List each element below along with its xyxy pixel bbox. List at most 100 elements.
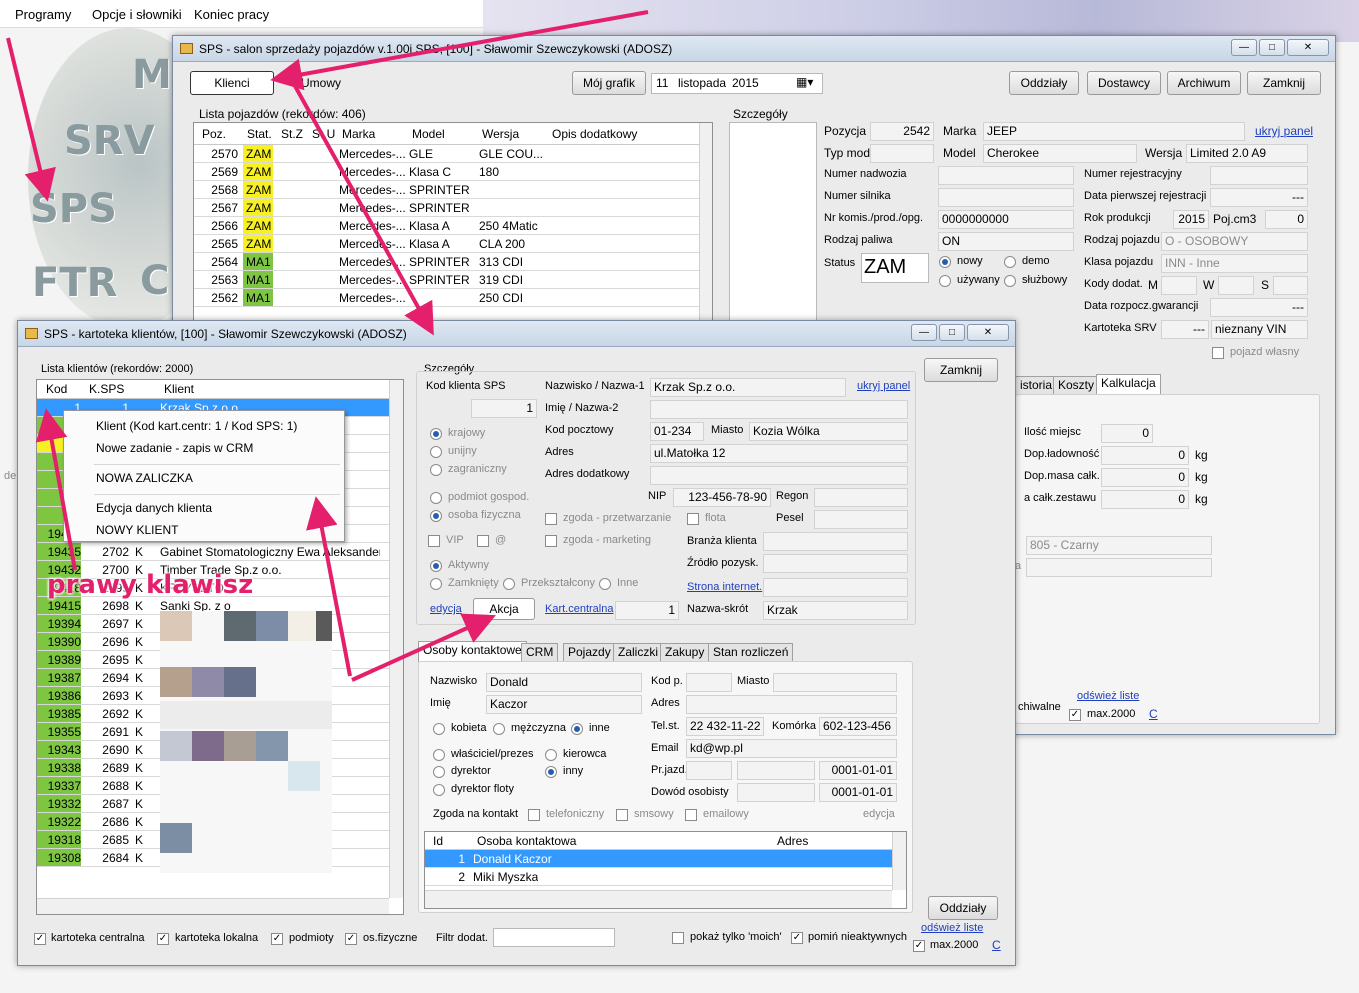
close-button[interactable]: Zamknij	[1247, 71, 1321, 95]
col-poz[interactable]: Poz.	[202, 127, 226, 141]
clients-branches-button[interactable]: Oddziały	[928, 896, 998, 920]
role-owner-radio[interactable]	[433, 749, 445, 761]
menu-options[interactable]: Opcje i słowniki	[92, 7, 182, 22]
state-closed-radio[interactable]	[430, 578, 442, 590]
archive-button[interactable]: Archiwum	[1167, 71, 1241, 95]
col-opis[interactable]: Opis dodatkowy	[552, 127, 637, 141]
menu-programy[interactable]: Programy	[15, 7, 71, 22]
ctx-edit-client[interactable]: Edycja danych klienta	[96, 501, 212, 515]
contact-row[interactable]: 1 Donald Kaczor	[425, 850, 906, 868]
vehicle-row[interactable]: 2570 ZAM Mercedes-... GLE GLE COU...	[194, 145, 712, 163]
country-eu-radio[interactable]	[430, 446, 442, 458]
state-other-radio[interactable]	[599, 578, 611, 590]
central-card-checkbox[interactable]: ✓	[34, 933, 46, 945]
website-link[interactable]: Strona internet.	[687, 581, 762, 593]
col-stz[interactable]: St.Z	[281, 127, 303, 141]
vehicle-row[interactable]: 2568 ZAM Mercedes-... SPRINTER	[194, 181, 712, 199]
central-card-link[interactable]: Kart.centralna	[545, 603, 613, 615]
tab-umowy-button[interactable]: Umowy	[279, 71, 363, 95]
col-klient[interactable]: Klient	[164, 382, 194, 396]
suppliers-button[interactable]: Dostawcy	[1087, 71, 1161, 95]
filter-input[interactable]	[493, 928, 615, 947]
source-select[interactable]	[763, 554, 908, 573]
tab-vehicles[interactable]: Pojazdy	[563, 643, 616, 661]
color-select[interactable]: 805 - Czarny	[1026, 536, 1212, 555]
role-director-radio[interactable]	[433, 766, 445, 778]
industry-select[interactable]	[763, 532, 908, 551]
client-row[interactable]: 19435 2702 K Gabinet Stomatologiczny Ewa Al…	[37, 543, 403, 561]
refresh-clients-link[interactable]: odśwież liste	[921, 922, 983, 934]
skip-inactive-checkbox[interactable]: ✓	[791, 932, 803, 944]
maximize-icon[interactable]: □	[1259, 39, 1285, 56]
state-new-radio[interactable]	[939, 256, 951, 268]
tab-history[interactable]: istoria	[1015, 376, 1058, 394]
tab-costs[interactable]: Koszty	[1053, 376, 1100, 394]
col-id[interactable]: Id	[433, 834, 443, 848]
extra-select[interactable]	[1026, 558, 1212, 577]
close-icon[interactable]: ✕	[1287, 39, 1329, 56]
vehicle-row[interactable]: 2569 ZAM Mercedes-... Klasa C 180	[194, 163, 712, 181]
col-address[interactable]: Adres	[777, 834, 808, 848]
logo-sps[interactable]: SPS	[30, 186, 117, 232]
vehicle-row[interactable]: 2567 ZAM Mercedes-... SPRINTER	[194, 199, 712, 217]
col-ksps[interactable]: K.SPS	[89, 382, 124, 396]
refresh-vehicles-link[interactable]: odśwież liste	[1077, 690, 1139, 702]
maximize-icon[interactable]: □	[939, 324, 965, 341]
col-model[interactable]: Model	[412, 127, 445, 141]
branches-button[interactable]: Oddziały	[1009, 71, 1079, 95]
role-other-radio[interactable]	[545, 766, 557, 778]
date-picker[interactable]: 11 listopada 2015 ▦▾	[651, 73, 823, 94]
tab-advances[interactable]: Zaliczki	[613, 643, 664, 661]
vehicle-row[interactable]: 2565 ZAM Mercedes-... Klasa A CLA 200	[194, 235, 712, 253]
calendar-icon[interactable]: ▦▾	[796, 75, 813, 89]
minimize-icon[interactable]: —	[1231, 39, 1257, 56]
only-mine-checkbox[interactable]	[672, 932, 684, 944]
entity-person-radio[interactable]	[430, 510, 442, 522]
vehicle-grid-scrollbar[interactable]	[699, 123, 712, 321]
edit-client-link[interactable]: edycja	[430, 603, 462, 615]
class-select[interactable]: INN - Inne	[1161, 254, 1308, 273]
menu-exit[interactable]: Koniec pracy	[194, 7, 269, 22]
fleet-checkbox[interactable]	[687, 513, 699, 525]
logo-ftr[interactable]: FTR	[32, 260, 117, 306]
ctx-client-info[interactable]: Klient (Kod kart.centr: 1 / Kod SPS: 1)	[96, 419, 297, 433]
vehicle-row[interactable]: 2563 MA1 Mercedes-... SPRINTER 319 CDI	[194, 271, 712, 289]
state-service-radio[interactable]	[1004, 275, 1016, 287]
consent-marketing-checkbox[interactable]	[545, 535, 557, 547]
contact-row[interactable]: 2 Miki Myszka	[425, 868, 906, 886]
col-stat[interactable]: Stat.	[247, 127, 272, 141]
ctx-new-task[interactable]: Nowe zadanie - zapis w CRM	[96, 441, 253, 455]
tab-calculation[interactable]: Kalkulacja	[1096, 374, 1161, 395]
tab-klienci-button[interactable]: Klienci	[190, 71, 274, 95]
clients-grid-vscroll[interactable]	[389, 380, 403, 898]
refresh-c-link[interactable]: C	[1149, 707, 1158, 721]
consent-email-checkbox[interactable]	[685, 809, 697, 821]
client-hide-panel-link[interactable]: ukryj panel	[857, 380, 910, 392]
tab-crm[interactable]: CRM	[521, 643, 559, 661]
max-clients-checkbox[interactable]: ✓	[913, 940, 925, 952]
consent-sms-checkbox[interactable]	[616, 809, 628, 821]
vehicle-row[interactable]: 2564 MA1 Mercedes-... SPRINTER 313 CDI	[194, 253, 712, 271]
refresh-clients-c-link[interactable]: C	[992, 938, 1001, 952]
action-button[interactable]: Akcja	[473, 598, 535, 620]
logo-srv[interactable]: SRV	[64, 118, 155, 164]
gender-male-radio[interactable]	[493, 723, 505, 735]
at-checkbox[interactable]	[477, 535, 489, 547]
country-foreign-radio[interactable]	[430, 464, 442, 476]
max-vehicles-checkbox[interactable]: ✓	[1069, 709, 1081, 721]
consent-phone-checkbox[interactable]	[528, 809, 540, 821]
entity-business-radio[interactable]	[430, 492, 442, 504]
state-used-radio[interactable]	[939, 275, 951, 287]
persons-checkbox[interactable]: ✓	[345, 933, 357, 945]
col-contact-person[interactable]: Osoba kontaktowa	[477, 834, 576, 848]
col-wersja[interactable]: Wersja	[482, 127, 519, 141]
contacts-grid-vscroll[interactable]	[892, 832, 906, 890]
close-icon[interactable]: ✕	[967, 324, 1009, 341]
role-driver-radio[interactable]	[545, 749, 557, 761]
clients-grid-hscroll[interactable]	[37, 898, 389, 914]
state-active-radio[interactable]	[430, 560, 442, 572]
gender-female-radio[interactable]	[433, 723, 445, 735]
vehicle-row[interactable]: 2566 ZAM Mercedes-... Klasa A 250 4Matic	[194, 217, 712, 235]
vehicle-type-select[interactable]: O - OSOBOWY	[1161, 232, 1308, 251]
local-card-checkbox[interactable]: ✓	[157, 933, 169, 945]
